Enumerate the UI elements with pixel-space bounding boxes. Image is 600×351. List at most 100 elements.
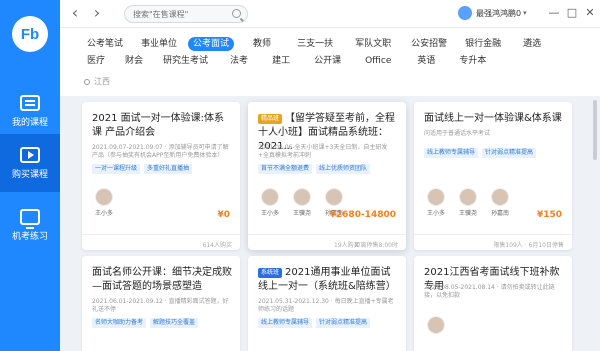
- card-footer: 19人购买 距离停售8:00时: [248, 234, 406, 250]
- filter-tag[interactable]: 研究生考试: [158, 54, 213, 68]
- location-label: 江西: [94, 77, 110, 86]
- filter-tag[interactable]: 公考笔试: [82, 37, 128, 51]
- avatar: [427, 188, 445, 206]
- sidebar-item-label: 机考练习: [11, 231, 48, 242]
- sidebar-item-exam-practice[interactable]: 机考练习: [0, 196, 60, 254]
- feature-chip: 针对弱点精准提高: [482, 148, 537, 158]
- feature-chip: 线上优质师资团队: [316, 164, 371, 174]
- teacher-name: 孙嘉南: [490, 210, 509, 217]
- course-card[interactable]: 2021江西省考面试线下班补款专用 2021.08.05-2021.08.14 …: [414, 256, 572, 351]
- teacher-name: 王小多: [260, 210, 279, 217]
- minimize-icon[interactable]: —: [546, 5, 562, 21]
- feature-chip: 名师大咖助力备考: [92, 318, 147, 328]
- filter-tag[interactable]: 教师: [248, 37, 276, 51]
- filter-tag[interactable]: 法考: [225, 54, 253, 68]
- maximize-icon[interactable]: □: [564, 5, 580, 21]
- teacher: 王骥尧: [456, 188, 480, 217]
- course-card[interactable]: 系统班 2021通用事业单位面试线上一对一（系统班&陪练营） 2021.05.31…: [248, 256, 406, 351]
- filter-row-2: 医疗 财会 研究生考试 法考 建工 公开课 Office 英语 专升本: [82, 54, 491, 68]
- filter-tag[interactable]: 专升本: [454, 54, 491, 68]
- teacher-name: 王小多: [94, 210, 113, 217]
- filter-row-1: 公考笔试 事业单位 公考面试 教师 三支一扶 军队文职 公安招警 银行金融 遴选: [82, 37, 546, 51]
- feature-chip: 针对弱点精准提高: [316, 318, 371, 328]
- course-subtitle: 2021.09.07-2021.09.07 · 添加辅导员可申请了解产品（参与抽…: [92, 144, 229, 159]
- course-price: ¥150: [536, 210, 562, 220]
- app-window: Fb 我的课程 购买课程 机考练习 ‹ › 最强鸿鸿鹏0 ▾ — □ ✕: [0, 0, 600, 351]
- card-footer: 614人购买: [82, 234, 240, 250]
- avatar: [325, 188, 343, 206]
- course-card[interactable]: 精品班 【留学答疑至考前，全程十人小班】面试精品系统班：2021... 2021.…: [248, 102, 406, 250]
- avatar: [459, 188, 477, 206]
- course-card[interactable]: 2021 面试一对一体验课:体系课 产品介绍会 2021.09.07-2021.…: [82, 102, 240, 250]
- filter-tag[interactable]: 遴选: [518, 37, 546, 51]
- filter-tag[interactable]: 医疗: [82, 54, 110, 68]
- course-subtitle: 2021.05.31-2021.12.30 · 每日晚上直播+专属老师练习的话题: [258, 298, 394, 313]
- course-chips: 首节不满全额退费 线上优质师资团队: [258, 164, 374, 174]
- filter-tag-active[interactable]: 公考面试: [188, 37, 235, 51]
- feature-chip: 首节不满全额退费: [258, 164, 313, 174]
- sidebar-item-my-courses[interactable]: 我的课程: [0, 82, 60, 140]
- teacher: 王小多: [258, 188, 282, 217]
- teacher: 王小多: [424, 188, 448, 217]
- course-card[interactable]: 面试线上一对一体验课&体系课 问适用于普通话水平考试 线上教师专属辅导 针对弱点…: [414, 102, 572, 250]
- back-arrow-icon[interactable]: ‹: [66, 5, 84, 23]
- course-card[interactable]: 面试名师公开课：细节决定成败—面试答题的场景感塑造 2021.06.01-202…: [82, 256, 240, 351]
- play-icon: [20, 146, 40, 163]
- category-filters: 公考笔试 事业单位 公考面试 教师 三支一扶 军队文职 公安招警 银行金融 遴选…: [60, 28, 600, 96]
- feature-chip: 解题技巧全覆盖: [150, 318, 199, 328]
- filter-tag[interactable]: Office: [360, 54, 396, 68]
- close-icon[interactable]: ✕: [582, 5, 598, 21]
- sidebar-item-label: 购买课程: [11, 169, 48, 180]
- teacher-name: 王骥尧: [458, 210, 477, 217]
- avatar: [261, 188, 279, 206]
- filter-tag[interactable]: 银行金融: [460, 37, 506, 51]
- sale-limit: 限售109人 · 6月10日停售: [493, 242, 564, 249]
- search-input[interactable]: [133, 7, 229, 21]
- feature-chip: 线上教师专属辅导: [258, 318, 313, 328]
- course-list: 2021 面试一对一体验课:体系课 产品介绍会 2021.09.07-2021.…: [60, 96, 600, 351]
- course-chips: 一对一课程升级 多重好礼直播抽: [92, 164, 196, 174]
- teacher: 孙嘉南: [488, 188, 512, 217]
- teacher-list: 王小多 王骥尧 孙嘉南: [424, 188, 520, 217]
- course-subtitle: 问适用于普通话水平考试: [424, 130, 491, 137]
- sidebar: Fb 我的课程 购买课程 机考练习: [0, 0, 60, 351]
- teacher-name: 王骥尧: [292, 210, 311, 217]
- filter-tag[interactable]: 财会: [120, 54, 148, 68]
- filter-tag[interactable]: 建工: [267, 54, 295, 68]
- course-price: ¥0: [217, 210, 230, 220]
- feature-chip: 线上教师专属辅导: [424, 148, 479, 158]
- course-title: 系统班 2021通用事业单位面试线上一对一（系统班&陪练营）: [258, 266, 398, 294]
- filter-tag[interactable]: 事业单位: [136, 37, 182, 51]
- avatar: [293, 188, 311, 206]
- filter-tag[interactable]: 公开课: [309, 54, 346, 68]
- location-pin-icon: [84, 78, 90, 85]
- forward-arrow-icon[interactable]: ›: [88, 5, 106, 23]
- avatar: [427, 316, 445, 334]
- card-footer: 限售109人 · 6月10日停售: [414, 234, 572, 250]
- filter-tag[interactable]: 公安招警: [406, 37, 452, 51]
- chevron-down-icon: ▾: [523, 9, 527, 17]
- filter-tag[interactable]: 军队文职: [350, 37, 396, 51]
- feature-chip: 一对一课程升级: [92, 164, 141, 174]
- app-logo: Fb: [12, 16, 48, 52]
- avatar: [95, 188, 113, 206]
- course-chips: 线上教师专属辅导 针对弱点精准提高: [424, 148, 540, 158]
- sidebar-item-label: 我的课程: [11, 117, 48, 128]
- search-box: [124, 5, 248, 23]
- sale-countdown: 距离停售8:00时: [354, 242, 398, 249]
- sidebar-item-buy-courses[interactable]: 购买课程: [0, 134, 60, 192]
- course-title: 2021 面试一对一体验课:体系课 产品介绍会: [92, 113, 224, 138]
- filter-tag[interactable]: 三支一扶: [292, 37, 338, 51]
- top-bar: ‹ › 最强鸿鸿鹏0 ▾ — □ ✕: [60, 0, 600, 28]
- scrollbar[interactable]: [593, 100, 597, 160]
- purchase-count: 614人购买: [202, 242, 232, 249]
- location-selector[interactable]: 江西: [84, 76, 110, 87]
- course-subtitle: 2021.06.01-2021.09.12 · 直播精彩面试答题，好礼送不停: [92, 298, 229, 313]
- course-subtitle: 2021.08.05-2021.08.14 · 请勿拍卖或转让此链接，以免扣款: [424, 284, 555, 299]
- course-chips: 线上教师专属辅导 针对弱点精准提高: [258, 318, 374, 328]
- teacher-name: 王小多: [426, 210, 445, 217]
- search-icon[interactable]: [232, 9, 241, 18]
- teacher-list: [424, 316, 456, 334]
- filter-tag[interactable]: 英语: [412, 54, 440, 68]
- user-menu[interactable]: 最强鸿鸿鹏0 ▾: [458, 6, 527, 20]
